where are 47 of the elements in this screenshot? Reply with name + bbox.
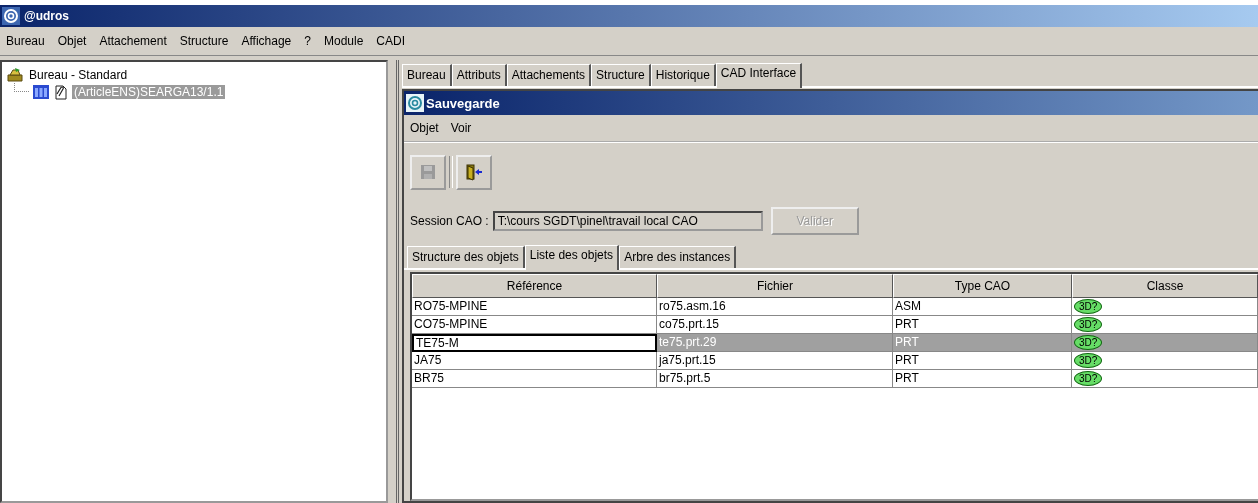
table-cell: ASM xyxy=(893,298,1072,316)
dialog-title: Sauvegarde xyxy=(426,95,500,111)
menu-item[interactable]: Objet xyxy=(57,34,87,48)
menu-item[interactable]: Module xyxy=(323,34,364,48)
tab[interactable]: Liste des objets xyxy=(524,245,620,270)
column-header[interactable]: Fichier xyxy=(657,274,893,298)
column-header[interactable]: Classe xyxy=(1072,274,1258,298)
table-cell: PRT xyxy=(893,334,1072,352)
menu-item[interactable]: Affichage xyxy=(241,34,292,48)
table-cell: te75.prt.29 xyxy=(657,334,893,352)
table-cell: RO75-MPINE xyxy=(412,298,657,316)
tab[interactable]: CAD Interface xyxy=(715,63,803,88)
desk-icon xyxy=(6,66,24,83)
tab[interactable]: Bureau xyxy=(402,64,452,86)
session-field[interactable]: T:\cours SGDT\pinel\travail local CAO xyxy=(492,211,763,231)
tree-item[interactable]: Bureau - Standard xyxy=(27,67,130,82)
menu-item[interactable]: Attachement xyxy=(99,34,167,48)
menu-item[interactable]: Objet xyxy=(410,121,439,135)
table-cell: BR75 xyxy=(412,370,657,388)
session-label: Session CAO : xyxy=(410,214,489,228)
exit-button[interactable] xyxy=(456,154,492,190)
table-cell: ja75.prt.15 xyxy=(657,352,893,370)
column-header[interactable]: Référence xyxy=(412,274,657,298)
tab[interactable]: Arbre des instances xyxy=(619,246,737,268)
menu-item[interactable]: ? xyxy=(304,34,311,48)
status-badge: 3D? xyxy=(1074,353,1103,368)
table-cell: JA75 xyxy=(412,352,657,370)
window-title: @udros xyxy=(24,9,70,23)
status-badge: 3D? xyxy=(1074,335,1103,350)
column-header[interactable]: Type CAO xyxy=(893,274,1072,298)
menu-item[interactable]: Voir xyxy=(450,121,472,135)
tab[interactable]: Attributs xyxy=(451,64,507,86)
status-badge: 3D? xyxy=(1074,371,1103,386)
status-badge: 3D? xyxy=(1074,317,1103,332)
table-cell: br75.prt.5 xyxy=(657,370,893,388)
tab[interactable]: Structure xyxy=(591,64,651,86)
assembly-icon xyxy=(32,83,50,100)
menu-item[interactable]: Bureau xyxy=(6,34,45,48)
table-cell: ro75.asm.16 xyxy=(657,298,893,316)
status-badge: 3D? xyxy=(1074,299,1103,314)
door-arrow-icon xyxy=(465,163,483,181)
cell-editor[interactable]: TE75-M xyxy=(412,334,657,352)
table-cell: PRT xyxy=(893,352,1072,370)
table-cell: PRT xyxy=(893,370,1072,388)
tab[interactable]: Attachements xyxy=(506,64,592,86)
menu-item[interactable]: Structure xyxy=(179,34,229,48)
menu-item[interactable]: CADI xyxy=(376,34,405,48)
